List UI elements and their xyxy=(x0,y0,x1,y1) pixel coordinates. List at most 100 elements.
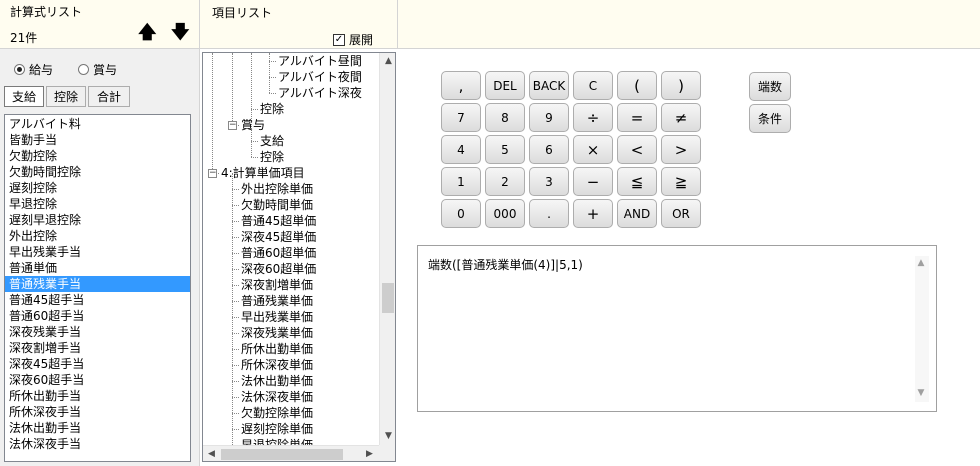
tree-node[interactable]: 法休出勤単価 xyxy=(241,373,313,389)
tree-node[interactable]: 深夜割増単価 xyxy=(241,277,313,293)
calc-list-item[interactable]: 早退控除 xyxy=(5,196,190,212)
digit-3-key[interactable]: 3 xyxy=(529,167,569,196)
radio-bonus[interactable]: 賞与 xyxy=(78,61,117,78)
expand-checkbox[interactable]: ✓ 展開 xyxy=(333,31,373,48)
radio-pay[interactable]: 給与 xyxy=(14,61,53,78)
formula-scroll-down-icon[interactable]: ▼ xyxy=(914,388,928,398)
calc-list-item[interactable]: 普通60超手当 xyxy=(5,308,190,324)
digit-5-key[interactable]: 5 xyxy=(485,135,525,164)
digit-9-key[interactable]: 9 xyxy=(529,103,569,132)
or-key[interactable]: OR xyxy=(661,199,701,228)
less-than-key[interactable]: < xyxy=(617,135,657,164)
digit-7-key[interactable]: 7 xyxy=(441,103,481,132)
triple-zero-key[interactable]: 000 xyxy=(485,199,525,228)
calc-list-item[interactable]: 遅刻早退控除 xyxy=(5,212,190,228)
formula-text[interactable]: 端数([普通残業単価(4)]|5,1) xyxy=(428,256,583,273)
greater-than-key[interactable]: > xyxy=(661,135,701,164)
back-key[interactable]: BACK xyxy=(529,71,569,100)
tree-node[interactable]: 控除 xyxy=(260,101,284,117)
plus-key[interactable]: + xyxy=(573,199,613,228)
greater-equal-key[interactable]: ≧ xyxy=(661,167,701,196)
tree-node[interactable]: 控除 xyxy=(260,149,284,165)
calc-list-item[interactable]: 欠勤時間控除 xyxy=(5,164,190,180)
scroll-up-icon[interactable]: ▲ xyxy=(380,56,395,66)
tree-vertical-scrollbar[interactable]: ▲ ▼ xyxy=(379,53,395,445)
minus-key[interactable]: − xyxy=(573,167,613,196)
scroll-down-icon[interactable]: ▼ xyxy=(380,431,395,441)
tree-collapse-icon[interactable]: − xyxy=(208,169,217,178)
digit-6-key[interactable]: 6 xyxy=(529,135,569,164)
tree-node[interactable]: 所休出勤単価 xyxy=(241,341,313,357)
tree-node[interactable]: 普通残業単価 xyxy=(241,293,313,309)
tree-node[interactable]: アルバイト深夜 xyxy=(278,85,362,101)
digit-0-key[interactable]: 0 xyxy=(441,199,481,228)
digit-1-key[interactable]: 1 xyxy=(441,167,481,196)
tree-node[interactable]: 早退控除単価 xyxy=(241,437,313,445)
and-key[interactable]: AND xyxy=(617,199,657,228)
arrow-up-icon[interactable]: 🡅 xyxy=(138,24,157,42)
clear-key[interactable]: C xyxy=(573,71,613,100)
tree-node[interactable]: アルバイト昼間 xyxy=(278,53,362,69)
calc-listbox[interactable]: アルバイト料 皆勤手当 欠勤控除 欠勤時間控除 遅刻控除 早退控除 遅刻早退控除 外出控除 早出… xyxy=(4,114,191,462)
condition-function-button[interactable]: 条件 xyxy=(749,104,791,133)
calc-list-item[interactable]: 法休出勤手当 xyxy=(5,420,190,436)
tree-node[interactable]: 欠勤時間単価 xyxy=(241,197,313,213)
tree-node[interactable]: 遅刻控除単価 xyxy=(241,421,313,437)
del-key[interactable]: DEL xyxy=(485,71,525,100)
multiply-key[interactable]: × xyxy=(573,135,613,164)
tree-horizontal-scrollbar[interactable]: ◀ ▶ xyxy=(203,445,379,461)
tree-node[interactable]: アルバイト夜間 xyxy=(278,69,362,85)
calc-list-item[interactable]: 普通単価 xyxy=(5,260,190,276)
divide-key[interactable]: ÷ xyxy=(573,103,613,132)
calc-list-item[interactable]: 所休出勤手当 xyxy=(5,388,190,404)
calc-list-item[interactable]: 普通残業手当 xyxy=(5,276,190,292)
comma-key[interactable]: , xyxy=(441,71,481,100)
open-paren-key[interactable]: ( xyxy=(617,71,657,100)
formula-editor[interactable]: 端数([普通残業単価(4)]|5,1) ▲ ▼ xyxy=(417,245,937,412)
digit-4-key[interactable]: 4 xyxy=(441,135,481,164)
dot-key[interactable]: . xyxy=(529,199,569,228)
digit-8-key[interactable]: 8 xyxy=(485,103,525,132)
not-equal-key[interactable]: ≠ xyxy=(661,103,701,132)
calc-list-item[interactable]: 深夜45超手当 xyxy=(5,356,190,372)
tree-collapse-icon[interactable]: − xyxy=(228,121,237,130)
tree-node[interactable]: 外出控除単価 xyxy=(241,181,313,197)
arrow-down-icon[interactable]: 🡇 xyxy=(171,24,190,42)
tree-node[interactable]: 支給 xyxy=(260,133,284,149)
calc-list-item[interactable]: 早出残業手当 xyxy=(5,244,190,260)
tree-node[interactable]: 所休深夜単価 xyxy=(241,357,313,373)
tab-total[interactable]: 合計 xyxy=(88,86,130,107)
tree-node[interactable]: 4:計算単価項目 xyxy=(221,165,305,181)
item-tree[interactable]: アルバイト昼間 アルバイト夜間 アルバイト深夜 控除 − 賞与 支給 控除 −4:計算単価項目外… xyxy=(202,52,396,462)
calc-list-item[interactable]: 法休深夜手当 xyxy=(5,436,190,452)
tree-node[interactable]: 早出残業単価 xyxy=(241,309,313,325)
equals-key[interactable]: = xyxy=(617,103,657,132)
tab-deduction[interactable]: 控除 xyxy=(46,86,86,107)
formula-scrollbar[interactable]: ▲ ▼ xyxy=(915,256,929,402)
tree-node[interactable]: 賞与 xyxy=(241,117,265,133)
tree-node[interactable]: 深夜残業単価 xyxy=(241,325,313,341)
less-equal-key[interactable]: ≦ xyxy=(617,167,657,196)
calc-list-item[interactable]: 遅刻控除 xyxy=(5,180,190,196)
calc-list-item[interactable]: 皆勤手当 xyxy=(5,132,190,148)
tree-scroll-thumb[interactable] xyxy=(382,283,394,313)
formula-scroll-up-icon[interactable]: ▲ xyxy=(914,258,928,268)
tree-node[interactable]: 普通60超単価 xyxy=(241,245,316,261)
calc-list-item[interactable]: 深夜残業手当 xyxy=(5,324,190,340)
calc-list-item[interactable]: 深夜60超手当 xyxy=(5,372,190,388)
scroll-left-icon[interactable]: ◀ xyxy=(203,449,220,459)
tree-hscroll-thumb[interactable] xyxy=(221,449,343,460)
digit-2-key[interactable]: 2 xyxy=(485,167,525,196)
calc-list-item[interactable]: 普通45超手当 xyxy=(5,292,190,308)
calc-list-item[interactable]: 所休深夜手当 xyxy=(5,404,190,420)
tree-node[interactable]: 法休深夜単価 xyxy=(241,389,313,405)
calc-list-item[interactable]: 深夜割増手当 xyxy=(5,340,190,356)
calc-list-item[interactable]: 欠勤控除 xyxy=(5,148,190,164)
calc-list-item[interactable]: アルバイト料 xyxy=(5,116,190,132)
tree-node[interactable]: 深夜45超単価 xyxy=(241,229,316,245)
calc-list-item[interactable]: 外出控除 xyxy=(5,228,190,244)
tree-node[interactable]: 普通45超単価 xyxy=(241,213,316,229)
tree-node[interactable]: 欠勤控除単価 xyxy=(241,405,313,421)
scroll-right-icon[interactable]: ▶ xyxy=(361,449,378,459)
round-function-button[interactable]: 端数 xyxy=(749,72,791,101)
